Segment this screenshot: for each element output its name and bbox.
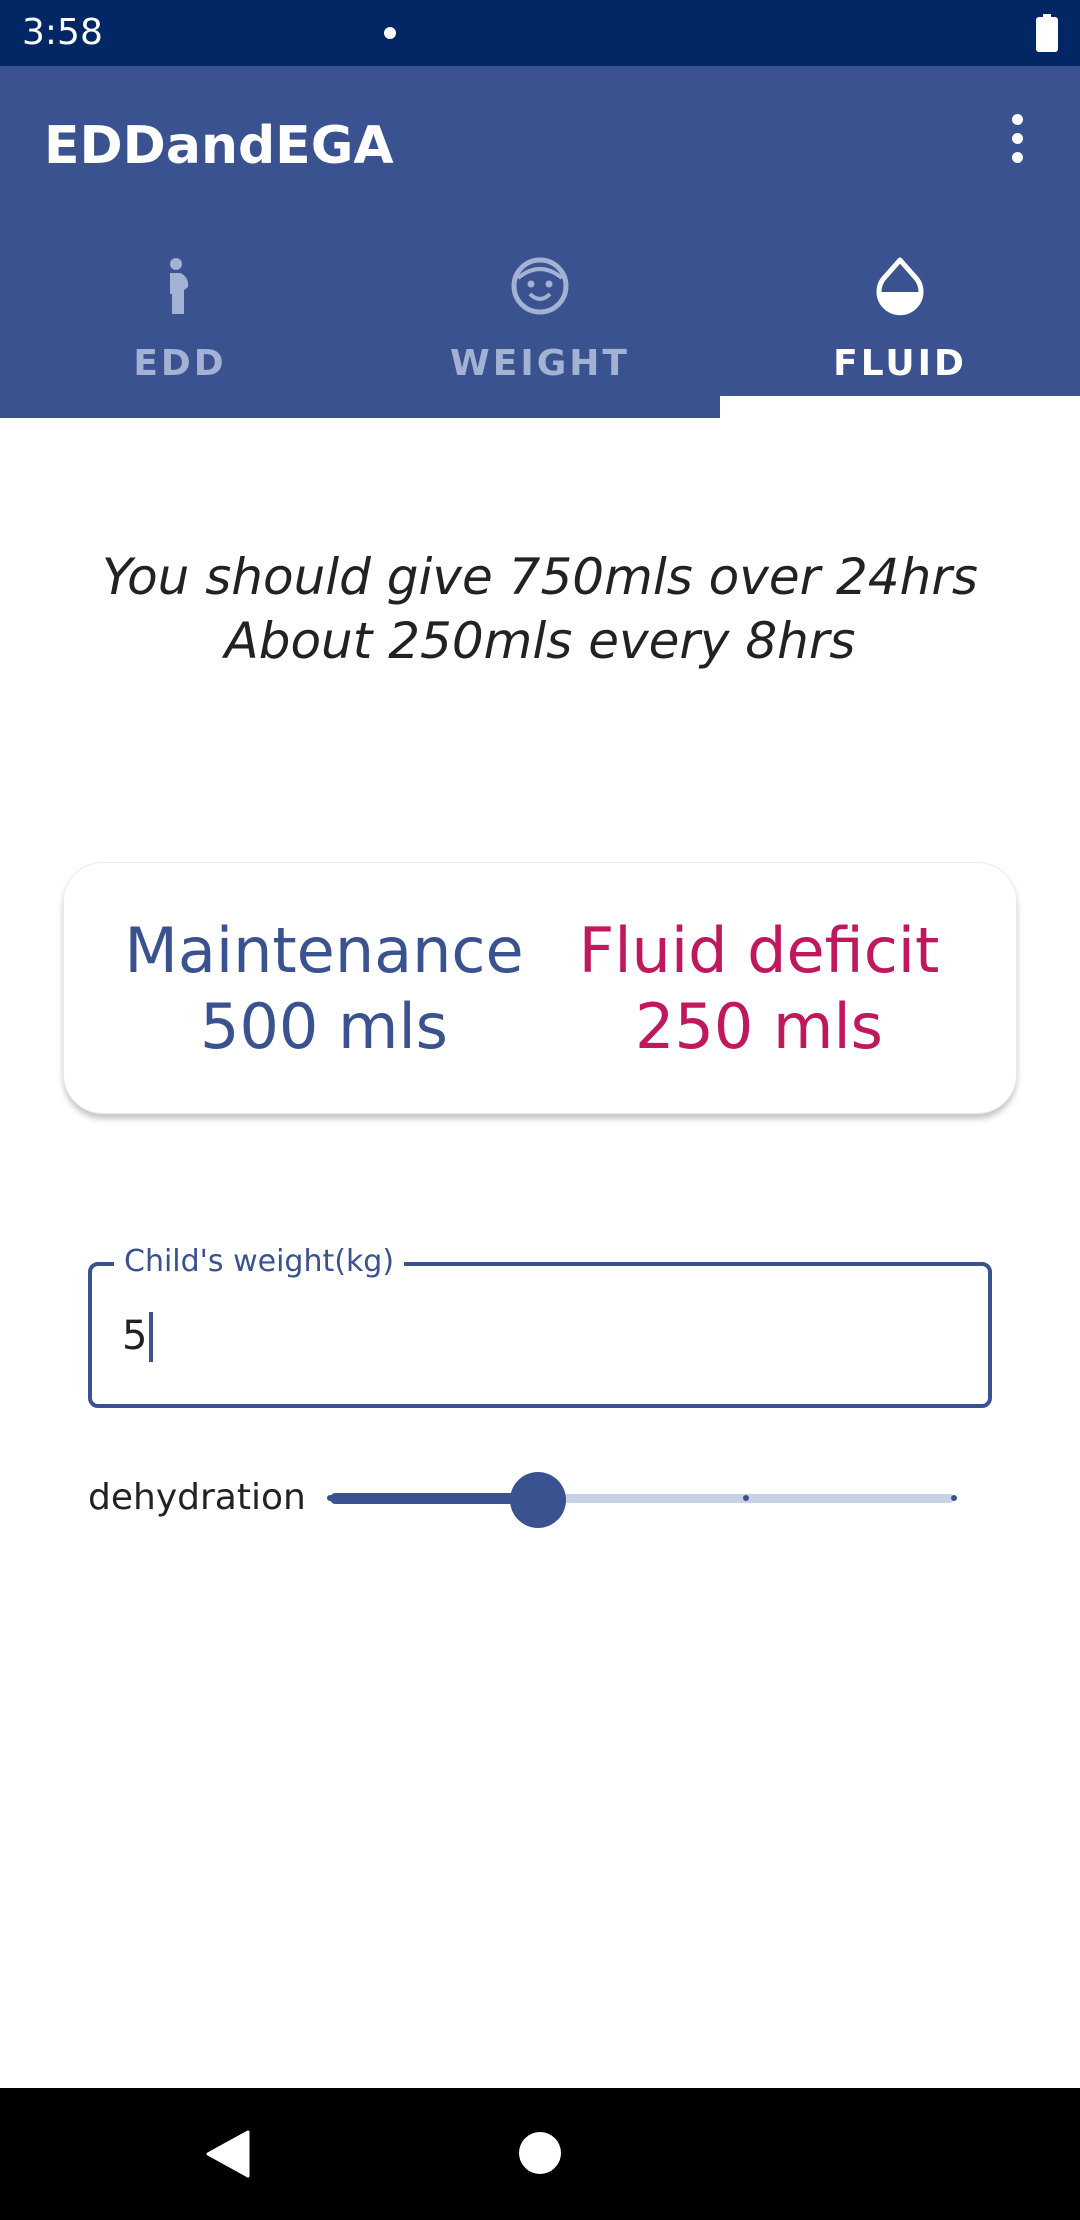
status-bar: 3:58 — [0, 0, 1080, 66]
notification-dot-icon — [384, 27, 396, 39]
slider-tick — [951, 1495, 957, 1501]
battery-icon — [1036, 14, 1058, 52]
text-cursor — [149, 1312, 153, 1362]
slider-thumb[interactable] — [510, 1472, 566, 1528]
baby-face-icon — [511, 257, 569, 315]
water-drop-icon — [876, 257, 924, 316]
recommendation-line-1: You should give 750mls over 24hrs — [102, 548, 978, 606]
deficit-section: Fluid deficit 250 mls — [539, 913, 979, 1065]
tab-label: FLUID — [833, 343, 967, 384]
tab-edd[interactable]: EDD — [0, 242, 360, 418]
app-bar: EDDandEGA EDD WEIGHT FLUID — [0, 66, 1080, 418]
app-title: EDDandEGA — [44, 116, 394, 176]
recommendation-line-2: About 250mls every 8hrs — [224, 612, 856, 670]
home-icon[interactable] — [519, 2132, 561, 2174]
deficit-value: 250 mls — [635, 990, 883, 1063]
tab-label: EDD — [133, 343, 227, 384]
child-weight-field[interactable]: Child's weight(kg) 5 — [88, 1242, 992, 1408]
pregnant-woman-icon — [170, 258, 189, 314]
maintenance-section: Maintenance 500 mls — [104, 913, 544, 1065]
deficit-label: Fluid deficit — [578, 914, 940, 987]
navigation-bar — [0, 2088, 1080, 2220]
overflow-menu-icon[interactable] — [996, 108, 1040, 168]
status-time: 3:58 — [22, 12, 103, 53]
back-icon[interactable] — [204, 2130, 250, 2178]
tab-weight[interactable]: WEIGHT — [360, 242, 720, 418]
tab-indicator — [720, 396, 1080, 418]
slider-active-track — [330, 1493, 538, 1504]
dehydration-label: dehydration — [88, 1477, 306, 1518]
dehydration-slider[interactable] — [327, 1472, 957, 1528]
maintenance-label: Maintenance — [124, 914, 524, 987]
child-weight-label: Child's weight(kg) — [114, 1242, 405, 1282]
maintenance-value: 500 mls — [200, 990, 448, 1063]
slider-tick — [743, 1495, 749, 1501]
tab-label: WEIGHT — [450, 343, 630, 384]
child-weight-value[interactable]: 5 — [122, 1310, 147, 1362]
tab-fluid[interactable]: FLUID — [720, 242, 1080, 418]
fluid-recommendation: You should give 750mls over 24hrs About … — [40, 545, 1040, 673]
fluid-summary-card: Maintenance 500 mls Fluid deficit 250 ml… — [63, 862, 1017, 1114]
